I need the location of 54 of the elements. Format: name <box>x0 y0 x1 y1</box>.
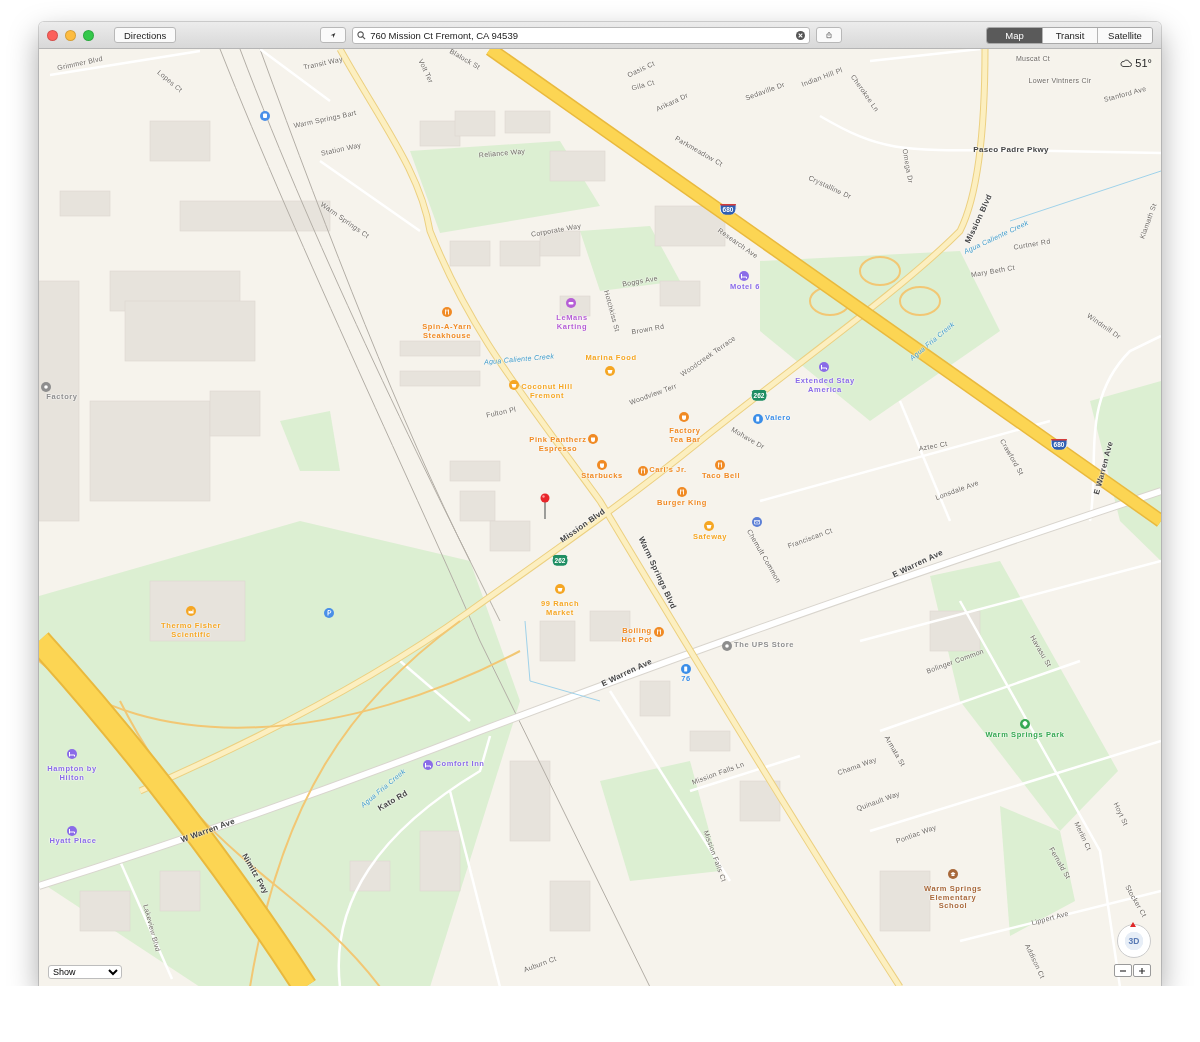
share-icon <box>826 30 833 40</box>
parking-icon[interactable] <box>324 608 334 618</box>
north-needle-icon <box>1130 922 1136 927</box>
view-tab[interactable]: Map <box>987 27 1042 43</box>
bed-icon[interactable] <box>423 760 433 770</box>
pin-icon <box>540 493 550 519</box>
fork-knife-icon[interactable] <box>715 460 725 470</box>
street-label: E Warren Ave <box>1093 440 1115 496</box>
minimize-button[interactable] <box>65 29 76 41</box>
zoom-in-button[interactable] <box>1133 964 1151 977</box>
location-button[interactable] <box>320 27 347 43</box>
zoom-button[interactable] <box>83 29 94 41</box>
compass-button[interactable]: 3D <box>1117 924 1151 958</box>
tree-icon[interactable] <box>1020 719 1030 729</box>
clear-icon[interactable] <box>796 30 806 40</box>
fork-knife-icon[interactable] <box>442 307 452 317</box>
school-icon[interactable] <box>948 869 958 879</box>
basket-icon[interactable] <box>605 366 615 376</box>
fork-knife-icon[interactable] <box>654 627 664 637</box>
basket-icon[interactable] <box>509 380 519 390</box>
cup-icon[interactable] <box>679 412 689 422</box>
street-label: W Warren Ave <box>179 817 237 845</box>
location-arrow-icon <box>330 30 337 40</box>
street-label: Paseo Padre Pkwy <box>973 146 1049 154</box>
plus-icon <box>1138 966 1146 975</box>
bed-icon[interactable] <box>67 826 77 836</box>
ring-icon[interactable] <box>722 641 732 651</box>
close-button[interactable] <box>47 29 58 41</box>
bed-icon[interactable] <box>819 362 829 372</box>
ring-icon[interactable] <box>41 382 51 392</box>
fuel-pump-icon[interactable] <box>753 414 763 424</box>
search-icon <box>357 30 367 40</box>
temperature-text: 51° <box>1135 57 1152 69</box>
show-dropdown[interactable]: Show <box>48 965 122 979</box>
view-tab[interactable]: Satellite <box>1097 27 1152 43</box>
cup-icon[interactable] <box>597 460 607 470</box>
directions-button[interactable]: Directions <box>114 27 177 43</box>
cup-icon[interactable] <box>588 434 598 444</box>
basket-icon[interactable] <box>555 584 565 594</box>
zoom-out-button[interactable] <box>1114 964 1132 977</box>
envelope-icon[interactable] <box>752 517 762 527</box>
fork-knife-icon[interactable] <box>638 466 648 476</box>
fuel-pump-icon[interactable] <box>681 664 691 674</box>
bed-icon[interactable] <box>67 749 77 759</box>
cloud-icon <box>1120 59 1133 67</box>
train-icon[interactable] <box>260 111 270 121</box>
fork-knife-icon[interactable] <box>677 487 687 497</box>
view-tab[interactable]: Transit <box>1042 27 1097 43</box>
bed-icon[interactable] <box>739 271 749 281</box>
basket-icon[interactable] <box>704 521 714 531</box>
share-button[interactable] <box>816 27 843 43</box>
factory-icon[interactable] <box>186 606 196 616</box>
search-box[interactable]: 760 Mission Ct Fremont, CA 94539 <box>352 26 811 44</box>
search-input[interactable]: 760 Mission Ct Fremont, CA 94539 <box>370 29 793 41</box>
